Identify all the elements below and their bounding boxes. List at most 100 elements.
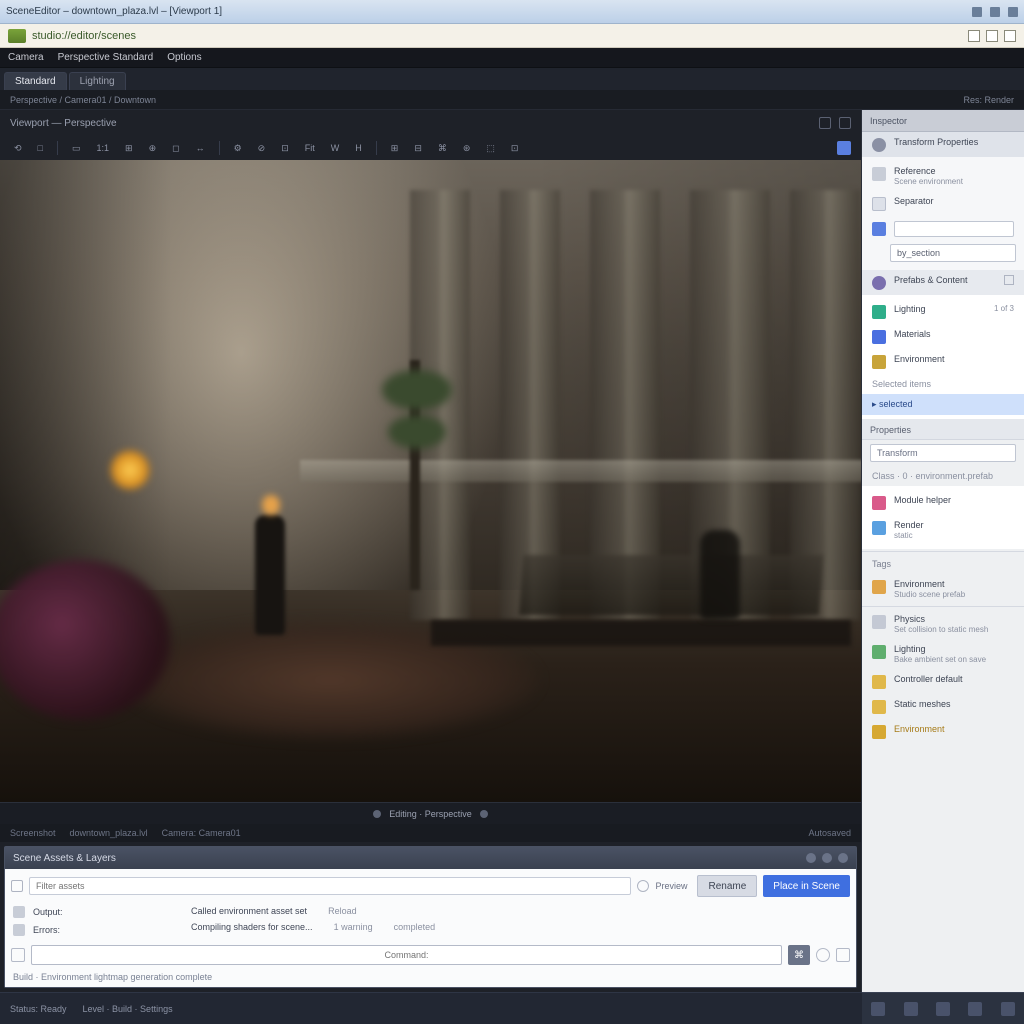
cmd-opt-icon[interactable] <box>836 948 850 962</box>
cmd-help-icon[interactable] <box>816 948 830 962</box>
search-icon <box>11 880 23 892</box>
vt-5[interactable]: ⊕ <box>145 141 161 156</box>
addr-action-1-icon[interactable] <box>968 30 980 42</box>
vt-2[interactable]: ▭ <box>68 141 85 156</box>
vt-18[interactable]: ⬚ <box>482 141 499 156</box>
sb-props-title: Properties <box>862 419 1024 440</box>
address-text[interactable]: studio://editor/scenes <box>32 30 136 42</box>
vt-w[interactable]: W <box>327 141 344 155</box>
addr-action-3-icon[interactable] <box>1004 30 1016 42</box>
clear-icon[interactable] <box>637 880 649 892</box>
viewport-title: Viewport — Perspective <box>10 118 117 129</box>
sb-tag-env[interactable]: EnvironmentStudio scene prefab <box>862 574 1024 604</box>
vt-1[interactable]: □ <box>34 141 47 155</box>
meta-a: Screenshot <box>10 828 56 838</box>
window-minimize-icon[interactable] <box>972 7 982 17</box>
sb-card-mod[interactable]: Module helper <box>862 490 1024 515</box>
vt-4[interactable]: ⊞ <box>121 141 137 156</box>
viewport-gear-icon[interactable] <box>819 117 831 129</box>
sb-card-render[interactable]: Renderstatic <box>862 515 1024 545</box>
cloud-icon <box>872 615 886 629</box>
cmd-prompt-icon <box>11 948 25 962</box>
rename-button[interactable]: Rename <box>697 875 757 897</box>
window-maximize-icon[interactable] <box>990 7 1000 17</box>
asset-row-output[interactable]: Output: <box>11 903 171 921</box>
sb-feed-light[interactable]: LightingBake ambient set on save <box>862 639 1024 669</box>
vt-undo-icon[interactable]: ⟲ <box>10 141 26 156</box>
vt-sep-2 <box>219 141 220 155</box>
addr-action-2-icon[interactable] <box>986 30 998 42</box>
tray-1-icon[interactable] <box>871 1002 885 1016</box>
vt-19[interactable]: ⊡ <box>507 141 523 156</box>
tab-standard[interactable]: Standard <box>4 72 67 90</box>
viewport-canvas[interactable] <box>0 160 861 802</box>
vt-7[interactable]: ↔ <box>192 141 209 155</box>
sb-props-field[interactable]: Transform <box>870 444 1016 462</box>
sb-feed-env[interactable]: Environment <box>862 719 1024 744</box>
sb-tags-title: Tags <box>862 554 1024 574</box>
vt-color-chip[interactable] <box>837 141 851 155</box>
sb-asset-light[interactable]: Lighting1 of 3 <box>862 299 1024 324</box>
panel-ctl-2-icon[interactable] <box>822 853 832 863</box>
vt-15[interactable]: ⊟ <box>410 141 426 156</box>
viewport-meta-bar: Screenshot downtown_plaza.lvl Camera: Ca… <box>0 824 861 842</box>
folder-icon <box>872 675 886 689</box>
panel-ctl-3-icon[interactable] <box>838 853 848 863</box>
inspector-sidebar: Inspector Transform Properties Reference… <box>862 110 1024 992</box>
vt-16[interactable]: ⌘ <box>434 141 451 156</box>
doc-icon <box>13 906 25 918</box>
sb-assets-selected[interactable]: ▸ selected <box>862 394 1024 415</box>
folder-icon <box>872 700 886 714</box>
sb-feed-mesh[interactable]: Static meshes <box>862 694 1024 719</box>
vt-sep-1 <box>57 141 58 155</box>
status-left: Status: Ready <box>10 1004 67 1014</box>
tray-4-icon[interactable] <box>968 1002 982 1016</box>
sb-dropdown-btn[interactable]: by_section <box>890 244 1016 262</box>
vt-fit[interactable]: Fit <box>301 141 319 155</box>
menu-item-options[interactable]: Options <box>167 52 201 63</box>
light-icon <box>872 305 886 319</box>
address-bar: studio://editor/scenes <box>0 24 1024 48</box>
vt-6[interactable]: ◻ <box>168 141 183 156</box>
breadcrumb-bar: Perspective / Camera01 / Downtown Res: R… <box>0 90 1024 110</box>
meta-right: Autosaved <box>808 828 851 838</box>
tray-2-icon[interactable] <box>904 1002 918 1016</box>
sb-feed-physics[interactable]: PhysicsSet collision to static mesh <box>862 609 1024 639</box>
vt-10[interactable]: ⊡ <box>277 141 293 156</box>
viewport-status-bar: Editing · Perspective <box>0 802 861 824</box>
cmd-submit-button[interactable]: ⌘ <box>788 945 810 965</box>
vt-9[interactable]: ⊘ <box>254 141 270 156</box>
console-input[interactable] <box>31 945 782 965</box>
sb-home[interactable]: Prefabs & Content <box>862 270 1024 295</box>
lamp-glow-icon <box>110 450 150 490</box>
tray-3-icon[interactable] <box>936 1002 950 1016</box>
asset-row-errors[interactable]: Errors: <box>11 921 171 939</box>
window-close-icon[interactable] <box>1008 7 1018 17</box>
menu-item-perspective[interactable]: Perspective Standard <box>58 52 154 63</box>
sb-dropdown[interactable] <box>862 216 1024 242</box>
vt-ratio[interactable]: 1:1 <box>93 141 114 155</box>
sb-asset-mat[interactable]: Materials <box>862 324 1024 349</box>
viewport-toolbar: ⟲ □ ▭ 1:1 ⊞ ⊕ ◻ ↔ ⚙ ⊘ ⊡ Fit W H ⊞ ⊟ ⌘ ⊛ … <box>0 136 861 160</box>
status-dot2-icon <box>480 810 488 818</box>
vt-14[interactable]: ⊞ <box>387 141 403 156</box>
tab-lighting[interactable]: Lighting <box>69 72 126 90</box>
panel-ctl-1-icon[interactable] <box>806 853 816 863</box>
assets-search-input[interactable] <box>29 877 631 895</box>
console-bottom-line: Build · Environment lightmap generation … <box>11 969 850 985</box>
sb-sep[interactable]: Separator <box>862 191 1024 216</box>
home-opt-icon[interactable] <box>1004 275 1014 285</box>
tray-5-icon[interactable] <box>1001 1002 1015 1016</box>
sb-asset-env[interactable]: Environment <box>862 349 1024 374</box>
viewport-expand-icon[interactable] <box>839 117 851 129</box>
vt-8[interactable]: ⚙ <box>230 141 246 156</box>
folder-icon <box>872 725 886 739</box>
vt-h[interactable]: H <box>351 141 366 155</box>
console-errors-label: Errors: <box>33 925 60 935</box>
vt-17[interactable]: ⊛ <box>459 141 475 156</box>
menu-item-camera[interactable]: Camera <box>8 52 44 63</box>
place-scene-button[interactable]: Place in Scene <box>763 875 850 897</box>
sb-feed-ctrl[interactable]: Controller default <box>862 669 1024 694</box>
figure-standing <box>255 515 285 635</box>
sb-ref[interactable]: ReferenceScene environment <box>862 161 1024 191</box>
